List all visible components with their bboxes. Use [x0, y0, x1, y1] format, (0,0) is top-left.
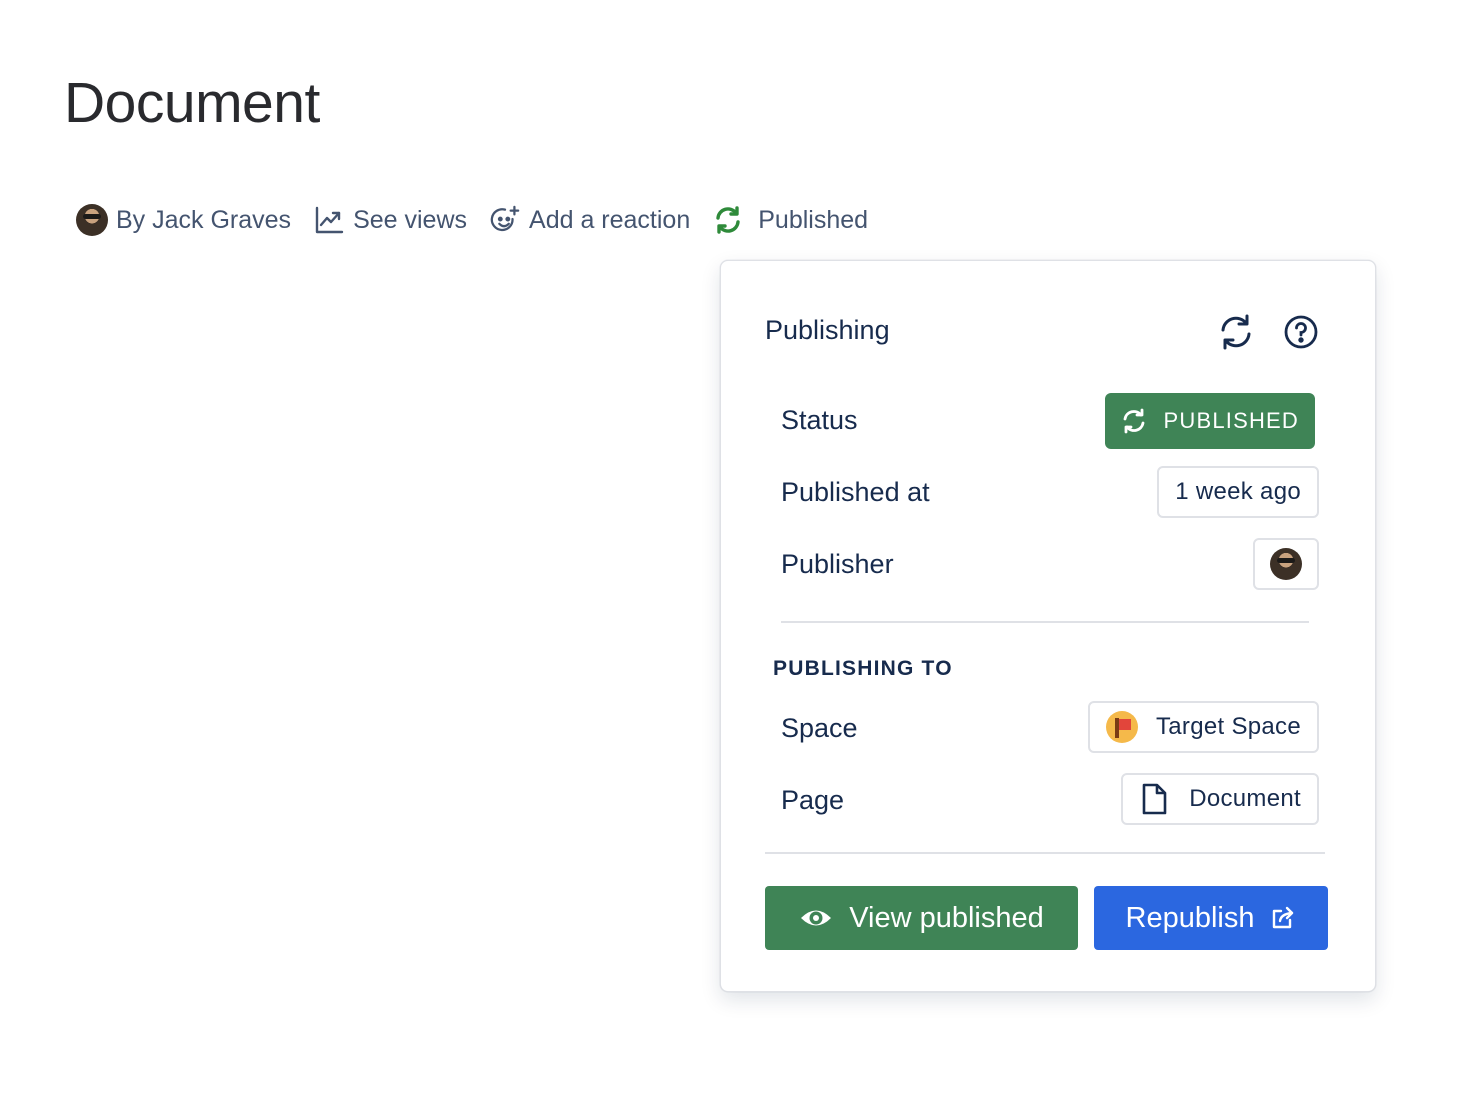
- published-status-button[interactable]: Published: [712, 204, 868, 236]
- divider: [781, 621, 1309, 623]
- byline: By Jack Graves See views Add a reaction: [76, 200, 890, 240]
- publisher-label: Publisher: [781, 549, 894, 579]
- published-at-chip[interactable]: 1 week ago: [1157, 466, 1319, 518]
- space-label: Space: [781, 713, 858, 743]
- see-views-label: See views: [353, 205, 468, 234]
- published-status-label: Published: [758, 205, 869, 234]
- see-views-button[interactable]: See views: [313, 204, 467, 236]
- trend-chart-icon: [313, 204, 345, 236]
- publishing-to-heading: PUBLISHING TO: [773, 657, 953, 680]
- view-published-button[interactable]: View published: [765, 886, 1078, 950]
- page-title: Document: [64, 71, 320, 135]
- author-link[interactable]: By Jack Graves: [76, 204, 291, 236]
- add-reaction-button[interactable]: Add a reaction: [489, 204, 690, 236]
- publishing-popup: Publishing Status PUBLISHED Published at: [720, 260, 1376, 992]
- space-chip[interactable]: Target Space: [1087, 701, 1319, 753]
- author-label: By Jack Graves: [116, 205, 292, 234]
- add-reaction-icon: [489, 204, 521, 236]
- refresh-icon: [1121, 408, 1147, 434]
- share-out-icon: [1270, 905, 1296, 931]
- republish-label: Republish: [1125, 901, 1255, 934]
- add-reaction-label: Add a reaction: [529, 205, 691, 234]
- space-value: Target Space: [1155, 713, 1301, 740]
- status-label: Status: [781, 405, 858, 435]
- page-label: Page: [781, 785, 845, 815]
- author-avatar: [76, 204, 108, 236]
- refresh-icon[interactable]: [1217, 313, 1255, 351]
- status-value: PUBLISHED: [1163, 408, 1299, 433]
- published-at-label: Published at: [781, 477, 930, 507]
- space-logo: [1105, 711, 1138, 743]
- refresh-icon: [712, 204, 744, 236]
- page-value: Document: [1189, 785, 1301, 812]
- status-badge: PUBLISHED: [1105, 393, 1315, 449]
- publisher-avatar: [1270, 548, 1302, 580]
- help-icon[interactable]: [1282, 313, 1320, 351]
- republish-button[interactable]: Republish: [1094, 886, 1328, 950]
- document-icon: [1139, 782, 1169, 816]
- popup-title: Publishing: [765, 315, 890, 345]
- page-chip[interactable]: Document: [1121, 773, 1319, 825]
- published-at-value: 1 week ago: [1175, 478, 1301, 505]
- divider: [765, 852, 1325, 854]
- eye-icon: [799, 901, 833, 935]
- view-published-label: View published: [849, 901, 1044, 934]
- publisher-chip[interactable]: [1253, 538, 1319, 590]
